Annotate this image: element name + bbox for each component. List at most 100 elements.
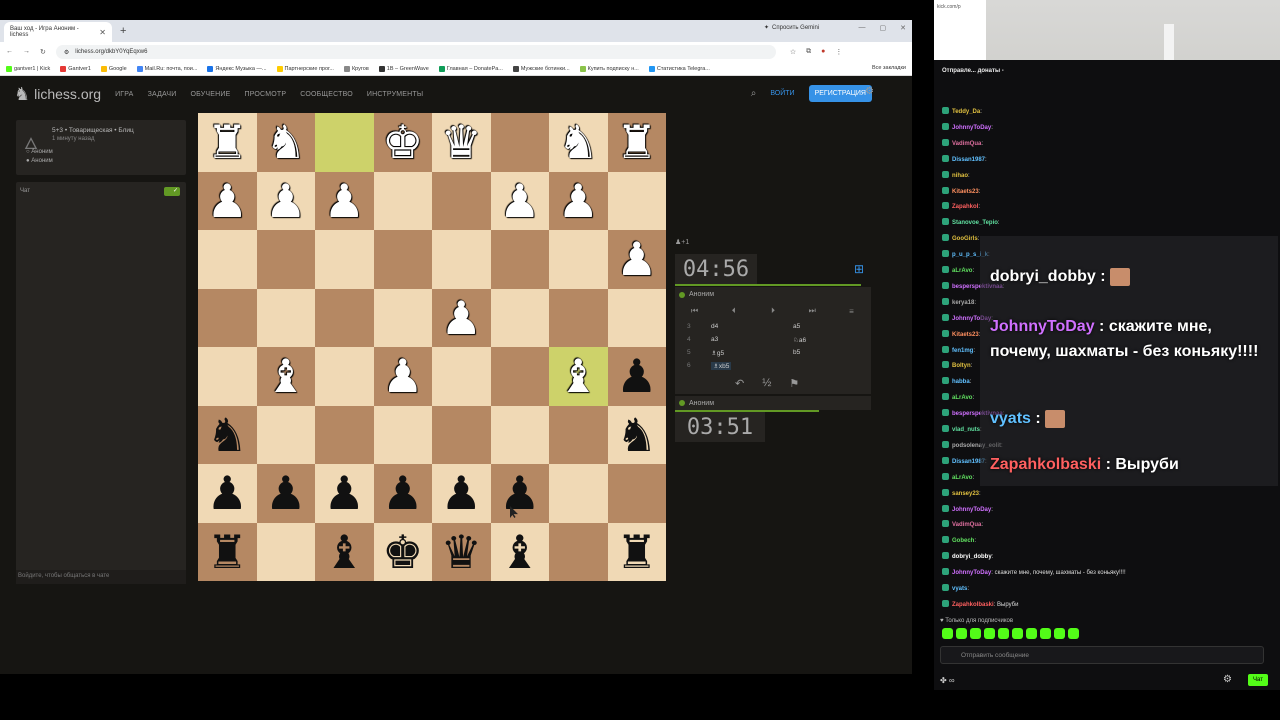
board-square[interactable] — [432, 230, 491, 289]
emote-icon[interactable] — [1026, 628, 1037, 639]
bookmark-item[interactable]: Кругов — [343, 65, 369, 72]
chat-username[interactable]: aLrAvo — [952, 475, 972, 481]
reload-icon[interactable]: ↻ — [40, 48, 46, 56]
move-white[interactable]: d4 — [711, 323, 718, 330]
black-bishop-piece-icon[interactable]: ♝ — [499, 529, 540, 575]
close-tab-icon[interactable]: ✕ — [99, 28, 106, 37]
white-pawn-piece-icon[interactable]: ♟ — [499, 178, 540, 224]
board-square[interactable] — [256, 230, 315, 289]
board-square[interactable]: ♜ — [607, 522, 666, 581]
chat-username[interactable]: Dissan1987 — [952, 157, 985, 163]
forward-icon[interactable]: → — [23, 48, 30, 56]
chat-username[interactable]: nihao — [952, 173, 968, 179]
board-square[interactable] — [315, 288, 374, 347]
emote-icon[interactable] — [998, 628, 1009, 639]
board-square[interactable] — [549, 230, 608, 289]
black-pawn-piece-icon[interactable]: ♟ — [207, 470, 248, 516]
chat-username[interactable]: aLrAvo — [952, 395, 972, 401]
takeback-icon[interactable]: ↶ — [735, 377, 744, 390]
bookmark-item[interactable]: Главная – DonatePa... — [438, 65, 503, 72]
white-bishop-piece-icon[interactable]: ♝ — [265, 353, 306, 399]
close-window-icon[interactable]: ✕ — [900, 24, 906, 32]
bookmark-item[interactable]: Gantver1 — [60, 65, 91, 72]
black-pawn-piece-icon[interactable]: ♟ — [441, 470, 482, 516]
board-square[interactable] — [432, 347, 491, 406]
nav-learn[interactable]: ОБУЧЕНИЕ — [190, 91, 230, 98]
board-square[interactable]: ♟ — [490, 171, 549, 230]
chat-username[interactable]: Boltyn — [952, 363, 971, 369]
board-square[interactable]: ♝ — [256, 347, 315, 406]
chat-username[interactable]: JohnnyToDay — [952, 507, 991, 513]
white-pawn-piece-icon[interactable]: ♟ — [324, 178, 365, 224]
chat-username[interactable]: vlad_nuts — [952, 427, 980, 433]
board-square[interactable]: ♝ — [490, 522, 549, 581]
black-pawn-piece-icon[interactable]: ♟ — [382, 470, 423, 516]
board-square[interactable]: ♞ — [607, 405, 666, 464]
board-square[interactable] — [373, 171, 432, 230]
resign-flag-icon[interactable]: ⚑ — [789, 377, 799, 390]
emote-icon[interactable] — [1068, 628, 1079, 639]
white-pawn-piece-icon[interactable]: ♟ — [265, 178, 306, 224]
bookmark-item[interactable]: Mail.Ru: почта, пои... — [136, 65, 197, 72]
black-knight-piece-icon[interactable]: ♞ — [616, 412, 657, 458]
white-pawn-piece-icon[interactable]: ♟ — [558, 178, 599, 224]
board-square[interactable] — [432, 171, 491, 230]
site-info-icon[interactable]: ⚙ — [64, 49, 69, 56]
board-square[interactable]: ♟ — [549, 171, 608, 230]
board-square[interactable] — [549, 405, 608, 464]
board-square[interactable] — [198, 230, 257, 289]
board-square[interactable] — [315, 230, 374, 289]
menu-icon[interactable]: ⋮ — [835, 48, 842, 56]
emote-icon[interactable] — [1040, 628, 1051, 639]
board-square[interactable]: ♜ — [607, 113, 666, 172]
black-pawn-piece-icon[interactable]: ♟ — [324, 470, 365, 516]
nav-community[interactable]: СООБЩЕСТВО — [300, 91, 353, 98]
move-black[interactable]: a5 — [793, 323, 800, 330]
board-square[interactable] — [607, 171, 666, 230]
browser-tab[interactable]: Ваш ход - Игра Аноним - lichess ✕ — [4, 22, 112, 42]
chat-username[interactable]: vyats — [952, 586, 967, 592]
chat-username[interactable]: JohnnyToDay — [952, 570, 991, 576]
board-square[interactable]: ♟ — [490, 464, 549, 523]
last-move-icon[interactable]: ⏭ — [793, 306, 832, 316]
board-square[interactable] — [198, 347, 257, 406]
board-square[interactable] — [315, 405, 374, 464]
board-square[interactable]: ♟ — [315, 464, 374, 523]
chat-username[interactable]: Teddy_Da — [952, 109, 980, 115]
menu-hamburger-icon[interactable]: ≡ — [832, 307, 871, 316]
black-rook-piece-icon[interactable]: ♜ — [616, 529, 657, 575]
maximize-icon[interactable]: ▢ — [880, 24, 887, 32]
emote-icon[interactable] — [956, 628, 967, 639]
board-square[interactable] — [549, 464, 608, 523]
chat-username[interactable]: dobryi_dobby — [952, 554, 992, 560]
board-square[interactable]: ♛ — [432, 113, 491, 172]
board-square[interactable] — [373, 230, 432, 289]
board-square[interactable]: ♟ — [198, 464, 257, 523]
gemini-button[interactable]: ✦ Спросить Gemini — [764, 24, 819, 32]
board-square[interactable]: ♟ — [432, 288, 491, 347]
board-square[interactable]: ♝ — [315, 522, 374, 581]
chat-username[interactable]: fen1mg — [952, 348, 973, 354]
add-time-icon[interactable]: ⊞ — [854, 262, 864, 276]
board-square[interactable]: ♞ — [256, 113, 315, 172]
search-icon[interactable]: ⌕ — [751, 88, 757, 99]
board-square[interactable]: ♟ — [607, 230, 666, 289]
chat-toggle[interactable]: ✓ — [164, 187, 180, 196]
bookmark-item[interactable]: Купить подписку н... — [579, 65, 639, 72]
white-bishop-piece-icon[interactable]: ♝ — [558, 353, 599, 399]
board-square[interactable] — [432, 405, 491, 464]
board-square[interactable]: ♚ — [373, 522, 432, 581]
chat-extras-icon[interactable]: ✤ ∞ — [940, 676, 955, 685]
player-name[interactable]: Аноним — [689, 400, 714, 407]
chat-username[interactable]: JohnnyToDay — [952, 125, 991, 131]
minimize-icon[interactable]: — — [859, 24, 866, 32]
black-pawn-piece-icon[interactable]: ♟ — [499, 470, 540, 516]
white-knight-piece-icon[interactable]: ♞ — [265, 119, 306, 165]
black-rook-piece-icon[interactable]: ♜ — [207, 529, 248, 575]
board-square[interactable]: ♜ — [198, 522, 257, 581]
nav-tools[interactable]: ИНСТРУМЕНТЫ — [367, 91, 423, 98]
chat-username[interactable]: VadimQua — [952, 522, 981, 528]
chat-username[interactable]: GooGirls — [952, 236, 978, 242]
board-square[interactable]: ♞ — [198, 405, 257, 464]
move-white[interactable]: ♗xb5 — [711, 362, 732, 370]
